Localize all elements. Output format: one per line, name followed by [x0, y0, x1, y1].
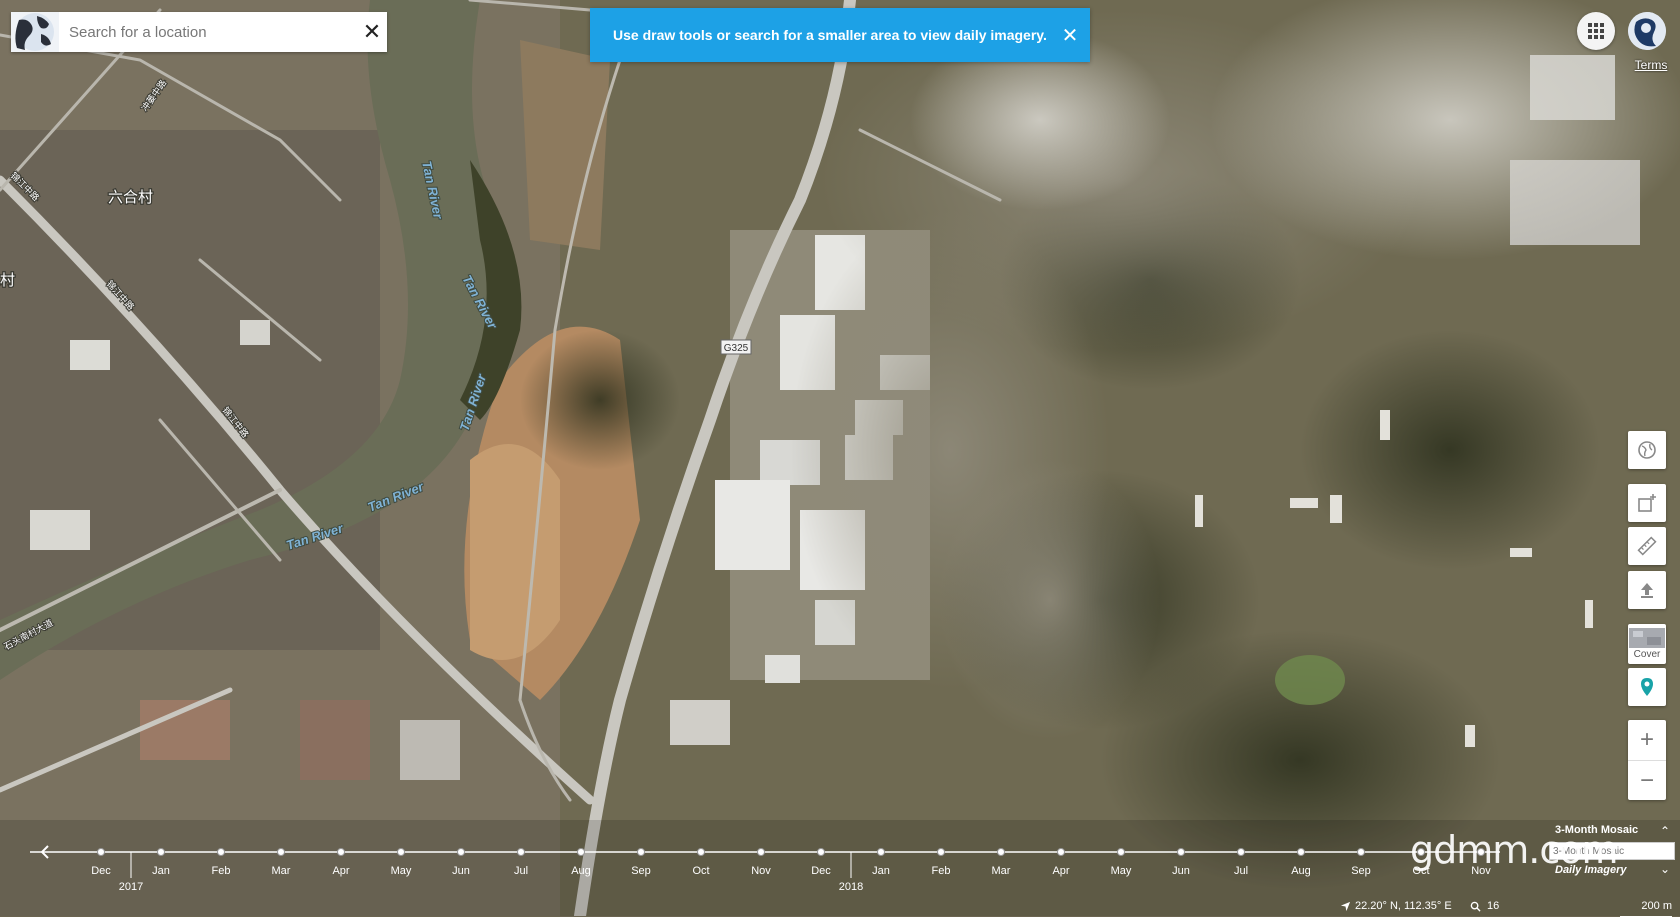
magnifier-icon [1470, 901, 1481, 912]
zoom-out-button[interactable]: − [1628, 761, 1666, 801]
timeline-month-marker[interactable] [577, 848, 585, 856]
timeline-month-label: Aug [571, 865, 591, 877]
timeline-month-label: Dec [811, 865, 831, 877]
draw-shape-icon [1638, 494, 1656, 512]
coordinates-readout: 22.20° N, 112.35° E [1340, 896, 1452, 916]
globe-logo-icon[interactable] [11, 12, 59, 52]
timeline-month-label: Aug [1291, 865, 1311, 877]
timeline-month-label: Jun [1172, 865, 1190, 877]
timeline-month-label: Oct [692, 865, 709, 877]
map-pin-icon [1641, 678, 1653, 696]
timeline-month-label: Dec [91, 865, 111, 877]
timeline-month-label: Jul [1234, 865, 1248, 877]
timeline-month-label: Feb [212, 865, 231, 877]
clear-search-icon[interactable]: ✕ [357, 12, 387, 52]
timeline-month-marker[interactable] [277, 848, 285, 856]
user-avatar[interactable] [1628, 12, 1666, 50]
timeline-month-marker[interactable] [1357, 848, 1365, 856]
scale-bar: 200 m [1620, 896, 1672, 917]
timeline-month-label: May [1111, 865, 1132, 877]
timeline-month-label: Jan [152, 865, 170, 877]
timeline-month-marker[interactable] [1117, 848, 1125, 856]
close-banner-icon[interactable]: ✕ [1050, 23, 1090, 48]
ruler-icon [1637, 536, 1657, 556]
timeline-month-marker[interactable] [757, 848, 765, 856]
zoom-control: + − [1628, 720, 1666, 800]
zoom-readout: 16 [1470, 896, 1499, 916]
timeline-year-label: 2017 [119, 881, 143, 893]
timeline-month-label: Nov [751, 865, 771, 877]
svg-text:G325: G325 [724, 343, 749, 354]
cover-toggle-button[interactable]: Cover [1628, 624, 1666, 664]
timeline-year-label: 2018 [839, 881, 863, 893]
timeline-month-marker[interactable] [697, 848, 705, 856]
timeline-month-marker[interactable] [1177, 848, 1185, 856]
timeline-month-label: Jan [872, 865, 890, 877]
apps-grid-button[interactable] [1577, 12, 1615, 50]
zoom-in-button[interactable]: + [1628, 720, 1666, 761]
location-arrow-icon [1340, 901, 1351, 911]
highway-shield: G325 [720, 339, 752, 355]
timeline-month-label: Mar [992, 865, 1011, 877]
timeline-month-marker[interactable] [397, 848, 405, 856]
cover-thumbnail-icon [1629, 628, 1665, 648]
timeline-month-marker[interactable] [817, 848, 825, 856]
cover-label: Cover [1633, 649, 1661, 660]
terms-link[interactable]: Terms [1628, 58, 1674, 72]
timeline-month-marker[interactable] [457, 848, 465, 856]
timeline-month-marker[interactable] [1297, 848, 1305, 856]
timeline-month-marker[interactable] [337, 848, 345, 856]
measure-button[interactable] [1628, 527, 1666, 565]
timeline-month-marker[interactable] [877, 848, 885, 856]
timeline-month-marker[interactable] [937, 848, 945, 856]
chevron-up-icon[interactable]: ⌃ [1660, 824, 1670, 838]
timeline-month-marker[interactable] [517, 848, 525, 856]
globe-icon [1638, 441, 1656, 459]
grid-icon [1588, 23, 1604, 39]
timeline-month-label: Sep [1351, 865, 1371, 877]
timeline-month-marker[interactable] [1057, 848, 1065, 856]
draw-area-button[interactable] [1628, 484, 1666, 522]
chevron-down-icon[interactable]: ⌄ [1660, 862, 1670, 876]
timeline-month-label: Mar [272, 865, 291, 877]
timeline-month-marker[interactable] [157, 848, 165, 856]
upload-button[interactable] [1628, 571, 1666, 609]
timeline-month-marker[interactable] [217, 848, 225, 856]
timeline-month-label: Jun [452, 865, 470, 877]
timeline-month-label: Jul [514, 865, 528, 877]
timeline-month-label: Apr [1052, 865, 1069, 877]
timeline-month-label: Sep [631, 865, 651, 877]
scale-text: 200 m [1641, 900, 1672, 912]
notice-message: Use draw tools or search for a smaller a… [613, 27, 1047, 43]
timeline-month-marker[interactable] [997, 848, 1005, 856]
search-input[interactable] [59, 17, 357, 47]
coordinates-text: 22.20° N, 112.35° E [1355, 900, 1452, 912]
zoom-level-text: 16 [1487, 900, 1500, 912]
satellite-map[interactable]: 六合村 村 Tan River Tan River Tan River Tan … [0, 0, 1680, 916]
imagery-timeline[interactable]: Dec Jan Feb Mar Apr May Jun Jul Aug Sep Oct Nov Dec J… [0, 828, 1550, 898]
timeline-month-label: Feb [932, 865, 951, 877]
notice-banner: Use draw tools or search for a smaller a… [590, 8, 1090, 62]
village-partial-label: 村 [0, 272, 15, 289]
timeline-month-label: Apr [332, 865, 349, 877]
village-label: 六合村 [108, 189, 153, 206]
timeline-month-label: May [391, 865, 412, 877]
location-pin-button[interactable] [1628, 668, 1666, 706]
timeline-month-marker[interactable] [97, 848, 105, 856]
timeline-month-marker[interactable] [637, 848, 645, 856]
search-bar: ✕ [11, 12, 387, 52]
watermark: gdmm.com [1410, 828, 1619, 872]
globe-view-button[interactable] [1628, 431, 1666, 469]
upload-icon [1641, 583, 1653, 598]
timeline-month-marker[interactable] [1237, 848, 1245, 856]
